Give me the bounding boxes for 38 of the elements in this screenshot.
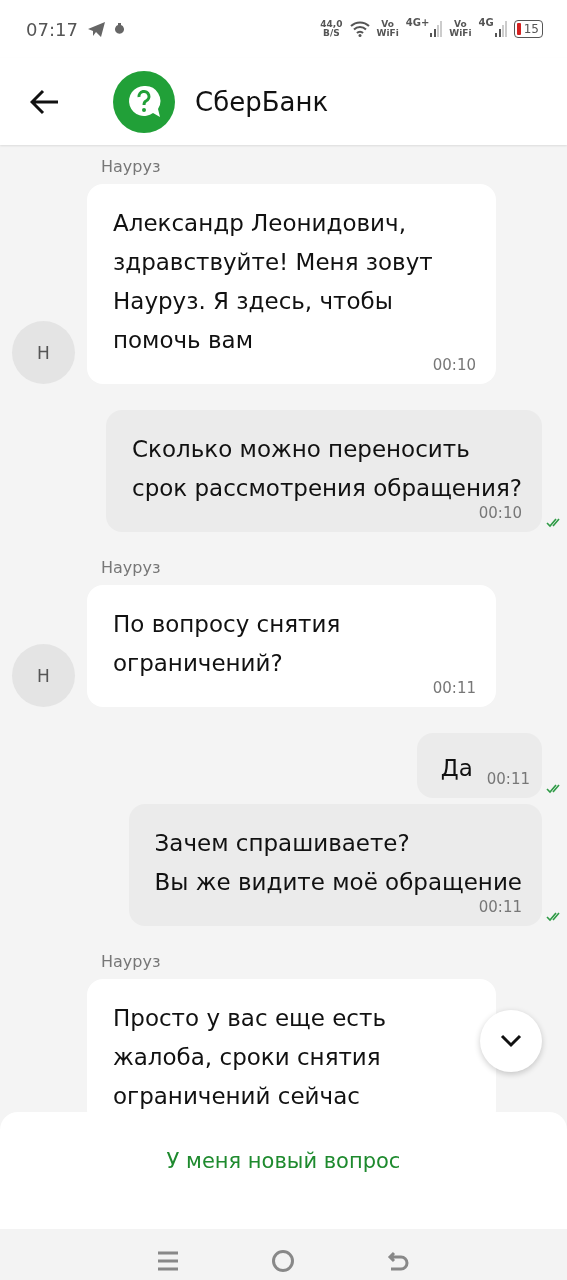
network-type: 4G+ [405,17,430,28]
vowifi-label: Vo [381,20,394,29]
home-circle-icon[interactable] [271,1248,296,1273]
message-text: Просто у вас еще есть жалоба, сроки снятия ограничений сейчас [113,1004,387,1111]
message-text: Александр Леонидович, здравствуйте! Меня зовут Науруз. Я здесь, чтобы помочь вам [113,209,434,355]
message-time: 00:11 [432,679,476,697]
message-text: Да [440,754,473,783]
sender-name: Науруз [101,558,162,577]
avatar: Н [12,321,75,384]
message-time: 00:11 [478,898,522,916]
chat-title: СберБанк [195,86,329,117]
speed-unit: B/S [323,29,340,38]
signal-icon [430,21,443,37]
paper-plane-icon [87,21,105,37]
battery-indicator: 15 [513,20,543,38]
vowifi-label: WiFi [449,29,472,38]
message-text: Сколько можно переносить срок рассмотрения обращения? [132,435,522,503]
drop-icon [114,23,124,35]
scroll-down-button[interactable] [480,1010,542,1072]
message-time: 00:10 [432,356,476,374]
network-speed: 44,0 [320,20,343,29]
status-time: 07:17 [26,18,78,40]
new-question-button[interactable]: У меня новый вопрос [156,1142,411,1179]
wifi-icon [349,21,370,37]
message-text: Зачем спрашиваете? Вы же видите моё обращение [154,829,522,897]
message-time: 00:10 [478,504,522,522]
message-text: По вопросу снятия ограничений? [113,610,342,678]
network-type: 4G [478,17,494,28]
chevron-down-icon [500,1034,522,1048]
vowifi-label: WiFi [376,29,399,38]
back-arrow-icon[interactable] [30,88,60,115]
sender-name: Науруз [101,952,162,971]
sender-name: Науруз [101,157,162,176]
message-time: 00:11 [486,770,530,788]
signal-icon [494,21,507,37]
avatar: Н [12,644,75,707]
chat-question-logo-icon [113,70,175,133]
vowifi-label: Vo [454,20,467,29]
